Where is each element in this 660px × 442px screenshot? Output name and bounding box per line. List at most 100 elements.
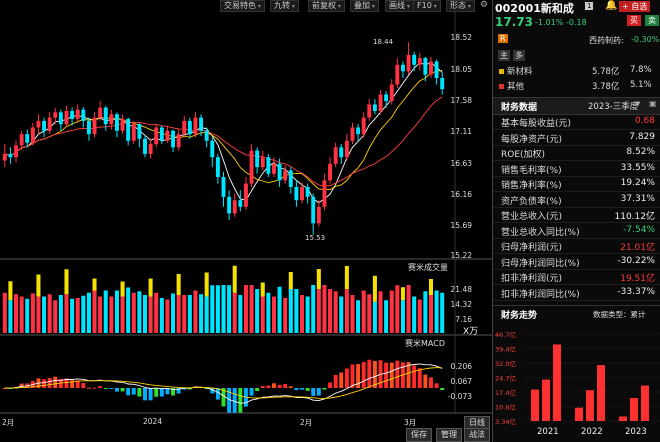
volume-bar — [131, 292, 136, 333]
volume-bar — [316, 289, 321, 333]
tab-main[interactable]: 主 — [498, 50, 510, 61]
volume-bar — [243, 285, 248, 333]
buy-button[interactable]: 买 — [627, 15, 641, 26]
price-axis-label: 16.16 — [450, 190, 472, 199]
candle-body — [120, 118, 125, 131]
manage-button[interactable]: 管理 — [436, 428, 462, 442]
x-axis-label: 2月 — [2, 418, 15, 427]
toolbar-adjust-button[interactable]: 前复权 — [308, 0, 345, 12]
volume-bar — [288, 289, 293, 333]
finance-row-label: 扣非净利润(元) — [501, 274, 563, 284]
candle-body — [243, 183, 248, 207]
expand-icon[interactable]: ▣ — [649, 99, 657, 108]
toolbar-pattern-button[interactable]: 形态 — [446, 0, 475, 12]
trend-y-tick: 32.0亿 — [495, 359, 516, 368]
candle-body — [2, 153, 7, 161]
trend-x-tick: 2023 — [625, 427, 647, 437]
volume-highlight-bar — [288, 272, 293, 289]
sell-button[interactable]: 卖 — [645, 15, 659, 26]
volume-bar — [249, 285, 254, 333]
finance-row-label: 扣非净利润同比(%) — [501, 289, 580, 300]
candle-body — [193, 117, 198, 135]
volume-bar — [187, 295, 192, 333]
macd-bar — [440, 388, 445, 390]
macd-axis-label: 0.206 — [450, 362, 472, 371]
candle-body — [361, 117, 366, 135]
macd-bar — [148, 388, 153, 401]
composition-color-dot — [499, 69, 504, 74]
candle-body — [47, 117, 52, 131]
toolbar-f10-button[interactable]: F10 — [413, 0, 441, 12]
current-price: 17.73 — [495, 15, 533, 29]
add-watchlist-button[interactable]: + 自选 — [619, 1, 651, 12]
candle-body — [389, 84, 394, 102]
macd-bar — [412, 365, 417, 388]
volume-bar — [193, 290, 198, 333]
volume-bar — [36, 296, 41, 333]
bell-icon[interactable]: 🔔 — [605, 0, 617, 11]
volume-bar — [277, 286, 282, 333]
trend-y-tick: 10.6亿 — [495, 403, 516, 412]
candle-body — [255, 150, 260, 168]
macd-bar — [333, 374, 338, 388]
volume-highlight-bar — [8, 281, 13, 301]
finance-row-label: 资产负债率(%) — [501, 196, 562, 207]
candle-body — [131, 124, 136, 141]
macd-bar — [131, 388, 136, 395]
volume-bar — [159, 298, 164, 333]
macd-bar — [423, 374, 428, 388]
composition-color-dot — [499, 84, 504, 89]
finance-row: 资产负债率(%) 37.31% — [493, 192, 660, 208]
volume-bar — [227, 285, 232, 333]
volume-bar — [428, 295, 433, 333]
volume-axis-label: 21.48 — [450, 285, 472, 294]
data-type-label[interactable]: 数据类型：累计 — [593, 309, 646, 320]
candle-body — [42, 120, 47, 131]
volume-bar — [154, 292, 159, 333]
candle-body — [148, 144, 153, 154]
candle-body — [109, 114, 114, 125]
macd-bar — [350, 364, 355, 388]
toolbar-overlay-button[interactable]: 叠加 — [350, 0, 379, 12]
trend-bar — [575, 407, 583, 421]
macd-bar — [232, 388, 237, 413]
finance-period-select[interactable]: 2023-三季度 — [588, 100, 638, 112]
macd-bar — [283, 383, 288, 388]
macd-bar — [154, 388, 159, 397]
toolbar-nine-turn-button[interactable]: 九转 — [270, 0, 299, 12]
volume-bar — [204, 296, 209, 333]
save-button[interactable]: 保存 — [406, 428, 432, 442]
macd-bar — [143, 388, 147, 401]
volume-bar — [299, 295, 305, 333]
strategy-button[interactable]: 战法 — [464, 428, 490, 442]
tab-multi[interactable]: 多 — [513, 50, 525, 61]
composition-amount: 5.78亿 — [592, 67, 620, 77]
chart-area[interactable] — [0, 0, 492, 442]
finance-title: 财务数据 — [501, 103, 538, 113]
candle-body — [412, 54, 417, 65]
macd-bar — [277, 384, 282, 388]
candle-body — [114, 114, 119, 131]
candle-body — [154, 127, 159, 145]
settings-gear-icon[interactable]: ⚙ — [480, 0, 488, 10]
volume-bar — [311, 285, 316, 333]
ma10-line — [4, 69, 443, 191]
macd-bar — [389, 362, 394, 388]
toolbar-trade-features-button[interactable]: 交易特色 — [220, 0, 265, 12]
trend-title: 财务走势 — [501, 311, 538, 321]
candle-body — [344, 140, 349, 158]
candle-body — [137, 124, 142, 139]
finance-row: 归母净利润同比(%) -30.22% — [493, 254, 660, 270]
volume-highlight-bar — [64, 269, 69, 295]
chevron-down-icon[interactable]: ▼ — [635, 100, 640, 108]
stock-badge: 1 — [585, 2, 594, 10]
candle-body — [339, 147, 344, 158]
candle-body — [25, 134, 30, 143]
macd-bar — [361, 362, 366, 388]
volume-bar — [182, 295, 187, 333]
stock-code-name: 002001新和成 — [495, 2, 574, 15]
candle-body — [14, 145, 18, 158]
candle-body — [328, 163, 333, 181]
toolbar-draw-button[interactable]: 画线 — [385, 0, 414, 12]
volume-highlight-bar — [232, 265, 237, 293]
